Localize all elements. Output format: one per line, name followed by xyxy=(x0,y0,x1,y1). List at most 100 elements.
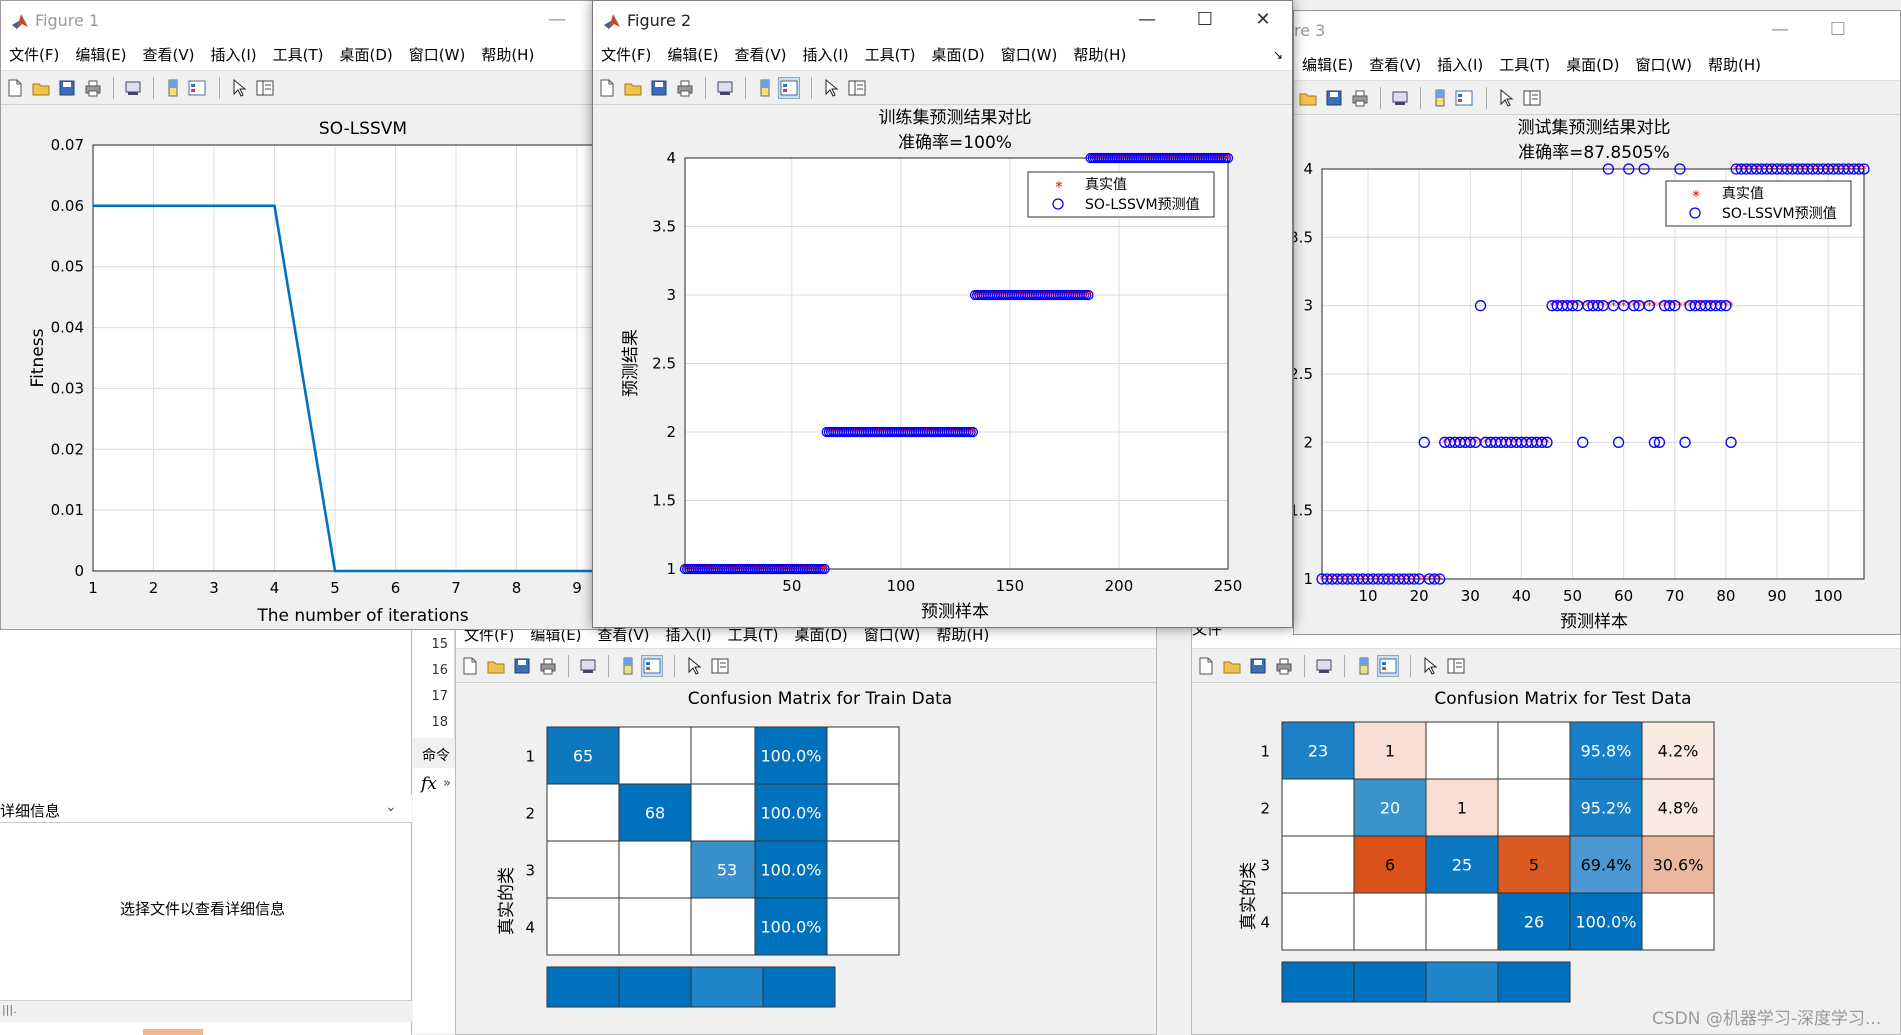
open-folder-icon[interactable] xyxy=(31,78,51,98)
figure-1-plot: 1 2 3 4 5 6 7 8 9 0 0.01 0.02 0.03 0.04 0.05 0.06 0.07 SO… xyxy=(1,105,599,629)
column-summary-cell xyxy=(1281,961,1355,1003)
menu-item-help[interactable]: 帮助(H) xyxy=(1700,51,1769,79)
minimize-button[interactable]: — xyxy=(1118,1,1176,41)
menu-item-file[interactable]: 文件(F) xyxy=(593,41,659,69)
new-file-icon[interactable] xyxy=(460,656,480,676)
new-file-icon[interactable] xyxy=(5,78,25,98)
menu-item-insert[interactable]: 插入(I) xyxy=(795,41,857,69)
menu-item-window[interactable]: 窗口(W) xyxy=(993,41,1066,69)
legend-icon[interactable] xyxy=(641,655,663,677)
maximize-button[interactable]: ☐ xyxy=(1809,11,1867,51)
print-preview-icon[interactable] xyxy=(715,78,735,98)
y-tick-label: 1.5 xyxy=(652,492,676,510)
title-bar[interactable]: Figure 1 — xyxy=(1,1,599,41)
legend-label-pred: SO-LSSVM预测值 xyxy=(1085,197,1200,213)
menu-item-window[interactable]: 窗口(W) xyxy=(1627,51,1700,79)
property-icon[interactable] xyxy=(1446,656,1466,676)
colorbar-icon[interactable] xyxy=(163,78,183,98)
matrix-cell xyxy=(1281,892,1355,951)
pointer-icon[interactable] xyxy=(684,656,704,676)
minimize-button[interactable]: — xyxy=(1751,11,1809,51)
true-point: * xyxy=(822,563,828,576)
title-bar[interactable]: Figure 2 — ☐ ✕ xyxy=(593,1,1292,41)
x-tick-label: 250 xyxy=(1214,577,1243,595)
colorbar-icon[interactable] xyxy=(755,78,775,98)
print-preview-icon[interactable] xyxy=(578,656,598,676)
open-folder-icon[interactable] xyxy=(623,78,643,98)
menu-item-view[interactable]: 查看(V) xyxy=(1361,51,1429,79)
legend-icon[interactable] xyxy=(1377,655,1399,677)
pointer-icon[interactable] xyxy=(1496,88,1516,108)
menu-item-tools[interactable]: 工具(T) xyxy=(265,41,332,69)
orange-tab xyxy=(143,1029,203,1035)
summary-cell xyxy=(826,783,900,842)
menu-item-file[interactable]: 文件(F) xyxy=(1,41,67,69)
print-preview-icon[interactable] xyxy=(1314,656,1334,676)
x-tick-label: 1 xyxy=(88,579,98,597)
menu-item-edit[interactable]: 编辑(E) xyxy=(1294,51,1361,79)
menu-item-help[interactable]: 帮助(H) xyxy=(473,41,542,69)
menu-item-insert[interactable]: 插入(I) xyxy=(203,41,265,69)
legend-icon[interactable] xyxy=(778,77,800,99)
row-label: 1 xyxy=(525,748,535,766)
property-icon[interactable] xyxy=(847,78,867,98)
save-icon[interactable] xyxy=(649,78,669,98)
pointer-icon[interactable] xyxy=(821,78,841,98)
menu-item-view[interactable]: 查看(V) xyxy=(727,41,795,69)
toolbar-separator xyxy=(1420,87,1421,109)
command-window-prompt[interactable]: fx » xyxy=(413,768,455,1033)
new-file-icon[interactable] xyxy=(1196,656,1216,676)
print-icon[interactable] xyxy=(83,78,103,98)
menu-item-edit[interactable]: 编辑(E) xyxy=(659,41,726,69)
toolbar-separator xyxy=(568,655,569,677)
menu-item-edit[interactable]: 编辑(E) xyxy=(67,41,134,69)
open-folder-icon[interactable] xyxy=(1298,88,1318,108)
menu-item-desktop[interactable]: 桌面(D) xyxy=(924,41,993,69)
legend-true-marker: * xyxy=(1055,178,1063,196)
menu-item-window[interactable]: 窗口(W) xyxy=(401,41,474,69)
title-bar[interactable]: re 3 — ☐ xyxy=(1294,11,1900,51)
legend-icon[interactable] xyxy=(187,78,207,98)
new-file-icon[interactable] xyxy=(597,78,617,98)
save-icon[interactable] xyxy=(1324,88,1344,108)
property-icon[interactable] xyxy=(255,78,275,98)
property-icon[interactable] xyxy=(1522,88,1542,108)
true-point: * xyxy=(970,426,976,439)
menu-item-help[interactable]: 帮助(H) xyxy=(1065,41,1134,69)
menu-item-view[interactable]: 查看(V) xyxy=(135,41,203,69)
menu-item-desktop[interactable]: 桌面(D) xyxy=(1558,51,1627,79)
y-tick-label: 1.5 xyxy=(1294,502,1313,520)
y-tick-label: 1 xyxy=(666,560,676,578)
toolbar-separator xyxy=(1304,655,1305,677)
legend-icon[interactable] xyxy=(1454,88,1474,108)
chevron-down-icon[interactable]: ⌄ xyxy=(385,799,397,815)
save-icon[interactable] xyxy=(1248,656,1268,676)
print-preview-icon[interactable] xyxy=(123,78,143,98)
print-icon[interactable] xyxy=(1274,656,1294,676)
close-button[interactable]: ✕ xyxy=(1234,1,1292,41)
colorbar-icon[interactable] xyxy=(1354,656,1374,676)
print-icon[interactable] xyxy=(675,78,695,98)
save-icon[interactable] xyxy=(512,656,532,676)
open-folder-icon[interactable] xyxy=(1222,656,1242,676)
menu-item-insert[interactable]: 插入(I) xyxy=(1429,51,1491,79)
pointer-icon[interactable] xyxy=(1420,656,1440,676)
minimize-button[interactable]: — xyxy=(528,1,586,41)
property-icon[interactable] xyxy=(710,656,730,676)
print-preview-icon[interactable] xyxy=(1390,88,1410,108)
toolbar xyxy=(456,649,1156,683)
matlab-logo-icon xyxy=(12,14,28,29)
details-header[interactable]: 详细信息 ⌄ xyxy=(0,795,412,823)
open-folder-icon[interactable] xyxy=(486,656,506,676)
menu-item-desktop[interactable]: 桌面(D) xyxy=(332,41,401,69)
menu-item-tools[interactable]: 工具(T) xyxy=(857,41,924,69)
pointer-icon[interactable] xyxy=(229,78,249,98)
colorbar-icon[interactable] xyxy=(618,656,638,676)
colorbar-icon[interactable] xyxy=(1430,88,1450,108)
print-icon[interactable] xyxy=(538,656,558,676)
print-icon[interactable] xyxy=(1350,88,1370,108)
dock-arrow-icon[interactable]: ↘ xyxy=(1273,41,1283,69)
save-icon[interactable] xyxy=(57,78,77,98)
maximize-button[interactable]: ☐ xyxy=(1176,1,1234,41)
menu-item-tools[interactable]: 工具(T) xyxy=(1491,51,1558,79)
